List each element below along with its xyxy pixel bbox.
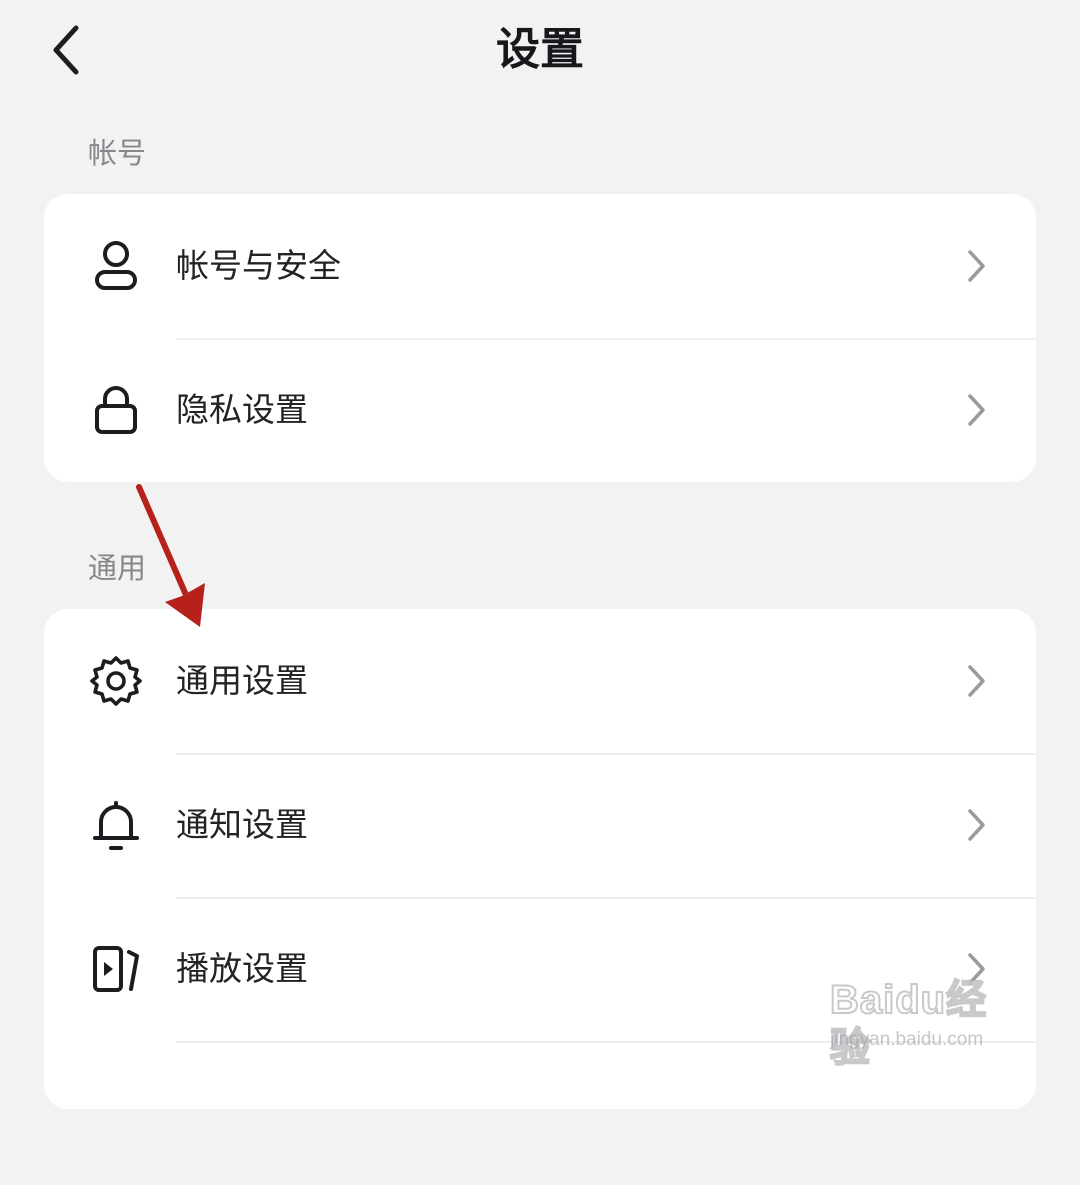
menu-item-account-security[interactable]: 帐号与安全 bbox=[44, 194, 1036, 338]
page-title: 设置 bbox=[496, 24, 584, 75]
menu-item-label: 帐号与安全 bbox=[176, 246, 341, 285]
chevron-right-icon bbox=[968, 665, 985, 697]
general-card: 通用设置 通知设置 播放设置 bbox=[44, 609, 1036, 1109]
menu-item-notification-settings[interactable]: 通知设置 bbox=[44, 753, 1036, 897]
gear-icon bbox=[88, 653, 144, 709]
chevron-right-icon bbox=[968, 809, 985, 841]
chevron-right-icon bbox=[968, 250, 985, 282]
menu-item-label: 通知设置 bbox=[176, 805, 308, 844]
menu-item-privacy[interactable]: 隐私设置 bbox=[44, 338, 1036, 482]
section-label-account: 帐号 bbox=[88, 136, 147, 170]
chevron-right-icon bbox=[968, 953, 985, 985]
play-device-icon bbox=[88, 941, 144, 997]
account-card: 帐号与安全 隐私设置 bbox=[44, 194, 1036, 482]
menu-item-playback-settings[interactable]: 播放设置 bbox=[44, 897, 1036, 1041]
bell-icon bbox=[88, 797, 144, 853]
lock-icon bbox=[88, 382, 144, 438]
annotation-arrow-shaft bbox=[136, 484, 196, 614]
menu-item-label: 通用设置 bbox=[176, 661, 308, 700]
menu-item-general-settings[interactable]: 通用设置 bbox=[44, 609, 1036, 753]
menu-item-partial[interactable] bbox=[44, 1041, 1036, 1185]
user-icon bbox=[88, 238, 144, 294]
menu-item-label: 播放设置 bbox=[176, 949, 308, 988]
top-bar: 设置 bbox=[0, 0, 1080, 100]
section-label-general: 通用 bbox=[88, 551, 147, 585]
menu-item-label: 隐私设置 bbox=[176, 390, 308, 429]
chevron-right-icon bbox=[968, 394, 985, 426]
